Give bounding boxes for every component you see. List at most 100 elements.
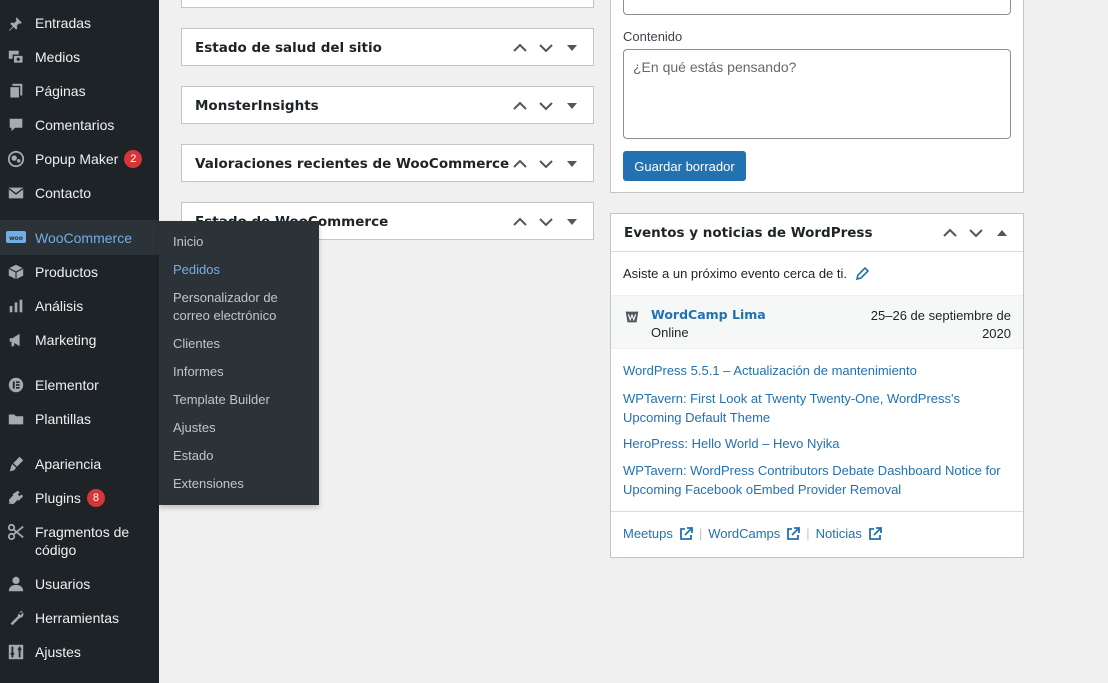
postbox-title: Valoraciones recientes de WooCommerce [195, 156, 510, 172]
menu-label: Herramientas [35, 610, 120, 626]
menu-item-plugins[interactable]: Plugins 8 [0, 489, 159, 507]
event-location: Online [651, 325, 689, 340]
postbox-events-news: Eventos y noticias de WordPress Asiste a… [610, 213, 1024, 558]
separator: | [806, 526, 810, 541]
move-up-icon[interactable] [507, 35, 533, 61]
menu-item-plantillas[interactable]: Plantillas [0, 410, 159, 428]
menu-label: Medios [35, 49, 81, 65]
external-link-icon [786, 526, 801, 541]
menu-item-medios[interactable]: Medios [0, 48, 159, 66]
separator: | [698, 526, 703, 541]
media-icon [6, 48, 26, 66]
menu-item-marketing[interactable]: Marketing [0, 331, 159, 349]
svg-text:woo: woo [9, 235, 23, 242]
menu-label: Plantillas [35, 411, 92, 427]
draft-content-textarea[interactable]: ¿En qué estás pensando? [623, 49, 1011, 139]
menu-item-analisis[interactable]: Análisis [0, 297, 159, 315]
submenu-item-clientes[interactable]: Clientes [173, 335, 313, 353]
submenu-item-ajustes[interactable]: Ajustes [173, 419, 313, 437]
move-up-icon[interactable] [937, 220, 963, 246]
news-link[interactable]: HeroPress: Hello World – Hevo Nyika [623, 434, 1013, 453]
menu-item-popup-maker[interactable]: Popup Maker 2 [0, 150, 159, 168]
plugins-count-badge: 8 [86, 489, 105, 507]
menu-item-productos[interactable]: Productos [0, 263, 159, 281]
menu-item-contacto[interactable]: Contacto [0, 184, 159, 202]
move-down-icon[interactable] [533, 35, 559, 61]
woocommerce-submenu: Inicio Pedidos Personalizador de correo … [159, 221, 319, 505]
content-label: Contenido [623, 29, 683, 44]
toggle-triangle-icon[interactable] [989, 220, 1015, 246]
menu-item-herramientas[interactable]: Herramientas [0, 609, 159, 627]
move-up-icon[interactable] [507, 93, 533, 119]
external-link-icon [868, 526, 882, 541]
event-row: WordCamp Lima Online 25–26 de septiembre… [611, 295, 1023, 349]
draft-title-input[interactable] [623, 0, 1011, 15]
move-down-icon[interactable] [963, 220, 989, 246]
toggle-triangle-icon[interactable] [559, 151, 585, 177]
menu-label: Productos [35, 264, 99, 280]
comments-icon [6, 116, 26, 134]
pages-icon [6, 82, 26, 100]
menu-item-woocommerce[interactable]: woo WooCommerce [0, 220, 159, 255]
move-up-icon[interactable] [507, 151, 533, 177]
submenu-item-template-builder[interactable]: Template Builder [173, 391, 313, 409]
move-down-icon[interactable] [533, 93, 559, 119]
news-link[interactable]: WPTavern: First Look at Twenty Twenty-On… [623, 389, 1013, 427]
menu-item-usuarios[interactable]: Usuarios [0, 575, 159, 593]
postbox-title: MonsterInsights [195, 98, 319, 114]
move-down-icon[interactable] [533, 209, 559, 235]
menu-label: Análisis [35, 298, 84, 314]
news-list: WordPress 5.5.1 – Actualización de mante… [623, 361, 1013, 499]
meetups-link[interactable]: Meetups [623, 526, 673, 541]
postbox-woo-reviews: Valoraciones recientes de WooCommerce [181, 144, 594, 182]
submenu-item-estado[interactable]: Estado [173, 447, 313, 465]
toggle-triangle-icon[interactable] [559, 35, 585, 61]
menu-item-entradas[interactable]: Entradas [0, 14, 159, 32]
submenu-pointer [151, 229, 159, 245]
news-link[interactable]: WordPress 5.5.1 – Actualización de mante… [623, 361, 1013, 380]
save-draft-button[interactable]: Guardar borrador [623, 151, 746, 181]
event-name-link[interactable]: WordCamp Lima [651, 307, 766, 322]
news-link[interactable]: WPTavern: WordPress Contributors Debate … [623, 461, 1013, 499]
menu-label: Marketing [35, 332, 97, 348]
pencil-icon[interactable] [855, 266, 870, 281]
move-up-icon[interactable] [507, 209, 533, 235]
noticias-link[interactable]: Noticias [816, 526, 862, 541]
menu-label: Fragmentos de código [35, 524, 130, 558]
menu-label: Apariencia [35, 456, 102, 472]
divider [611, 511, 1023, 512]
external-link-icon [679, 526, 693, 541]
menu-label: Elementor [35, 377, 99, 393]
submenu-item-informes[interactable]: Informes [173, 363, 313, 381]
elementor-icon [6, 376, 26, 394]
scissors-icon [6, 523, 26, 541]
menu-item-ajustes[interactable]: Ajustes [0, 643, 159, 661]
submenu-item-pedidos[interactable]: Pedidos [173, 261, 313, 279]
submenu-item-extensiones[interactable]: Extensiones [173, 475, 313, 493]
submenu-item-inicio[interactable]: Inicio [173, 233, 313, 251]
popup-maker-count-badge: 2 [124, 150, 143, 168]
chart-icon [6, 297, 26, 315]
move-down-icon[interactable] [533, 151, 559, 177]
menu-label: Páginas [35, 83, 86, 99]
menu-item-elementor[interactable]: Elementor [0, 376, 159, 394]
postbox-controls [507, 87, 585, 125]
menu-label: WooCommerce [35, 230, 132, 246]
postbox-top-partial [181, 0, 594, 8]
toggle-triangle-icon[interactable] [559, 93, 585, 119]
menu-label: Usuarios [35, 576, 91, 592]
menu-item-apariencia[interactable]: Apariencia [0, 455, 159, 473]
admin-sidebar: Entradas Medios Páginas Comentarios Popu… [0, 0, 159, 683]
menu-item-fragmentos[interactable]: Fragmentos de código [0, 523, 159, 559]
menu-item-comentarios[interactable]: Comentarios [0, 116, 159, 134]
menu-item-paginas[interactable]: Páginas [0, 82, 159, 100]
wrench-icon [6, 609, 26, 627]
submenu-item-personalizador[interactable]: Personalizador de correo electrónico [173, 289, 313, 325]
events-intro: Asiste a un próximo evento cerca de ti. [623, 266, 870, 281]
menu-label: Entradas [35, 15, 92, 31]
menu-label: Popup Maker 2 [35, 150, 143, 168]
toggle-triangle-icon[interactable] [559, 209, 585, 235]
user-icon [6, 575, 26, 593]
postbox-controls [507, 203, 585, 241]
wordcamps-link[interactable]: WordCamps [708, 526, 780, 541]
